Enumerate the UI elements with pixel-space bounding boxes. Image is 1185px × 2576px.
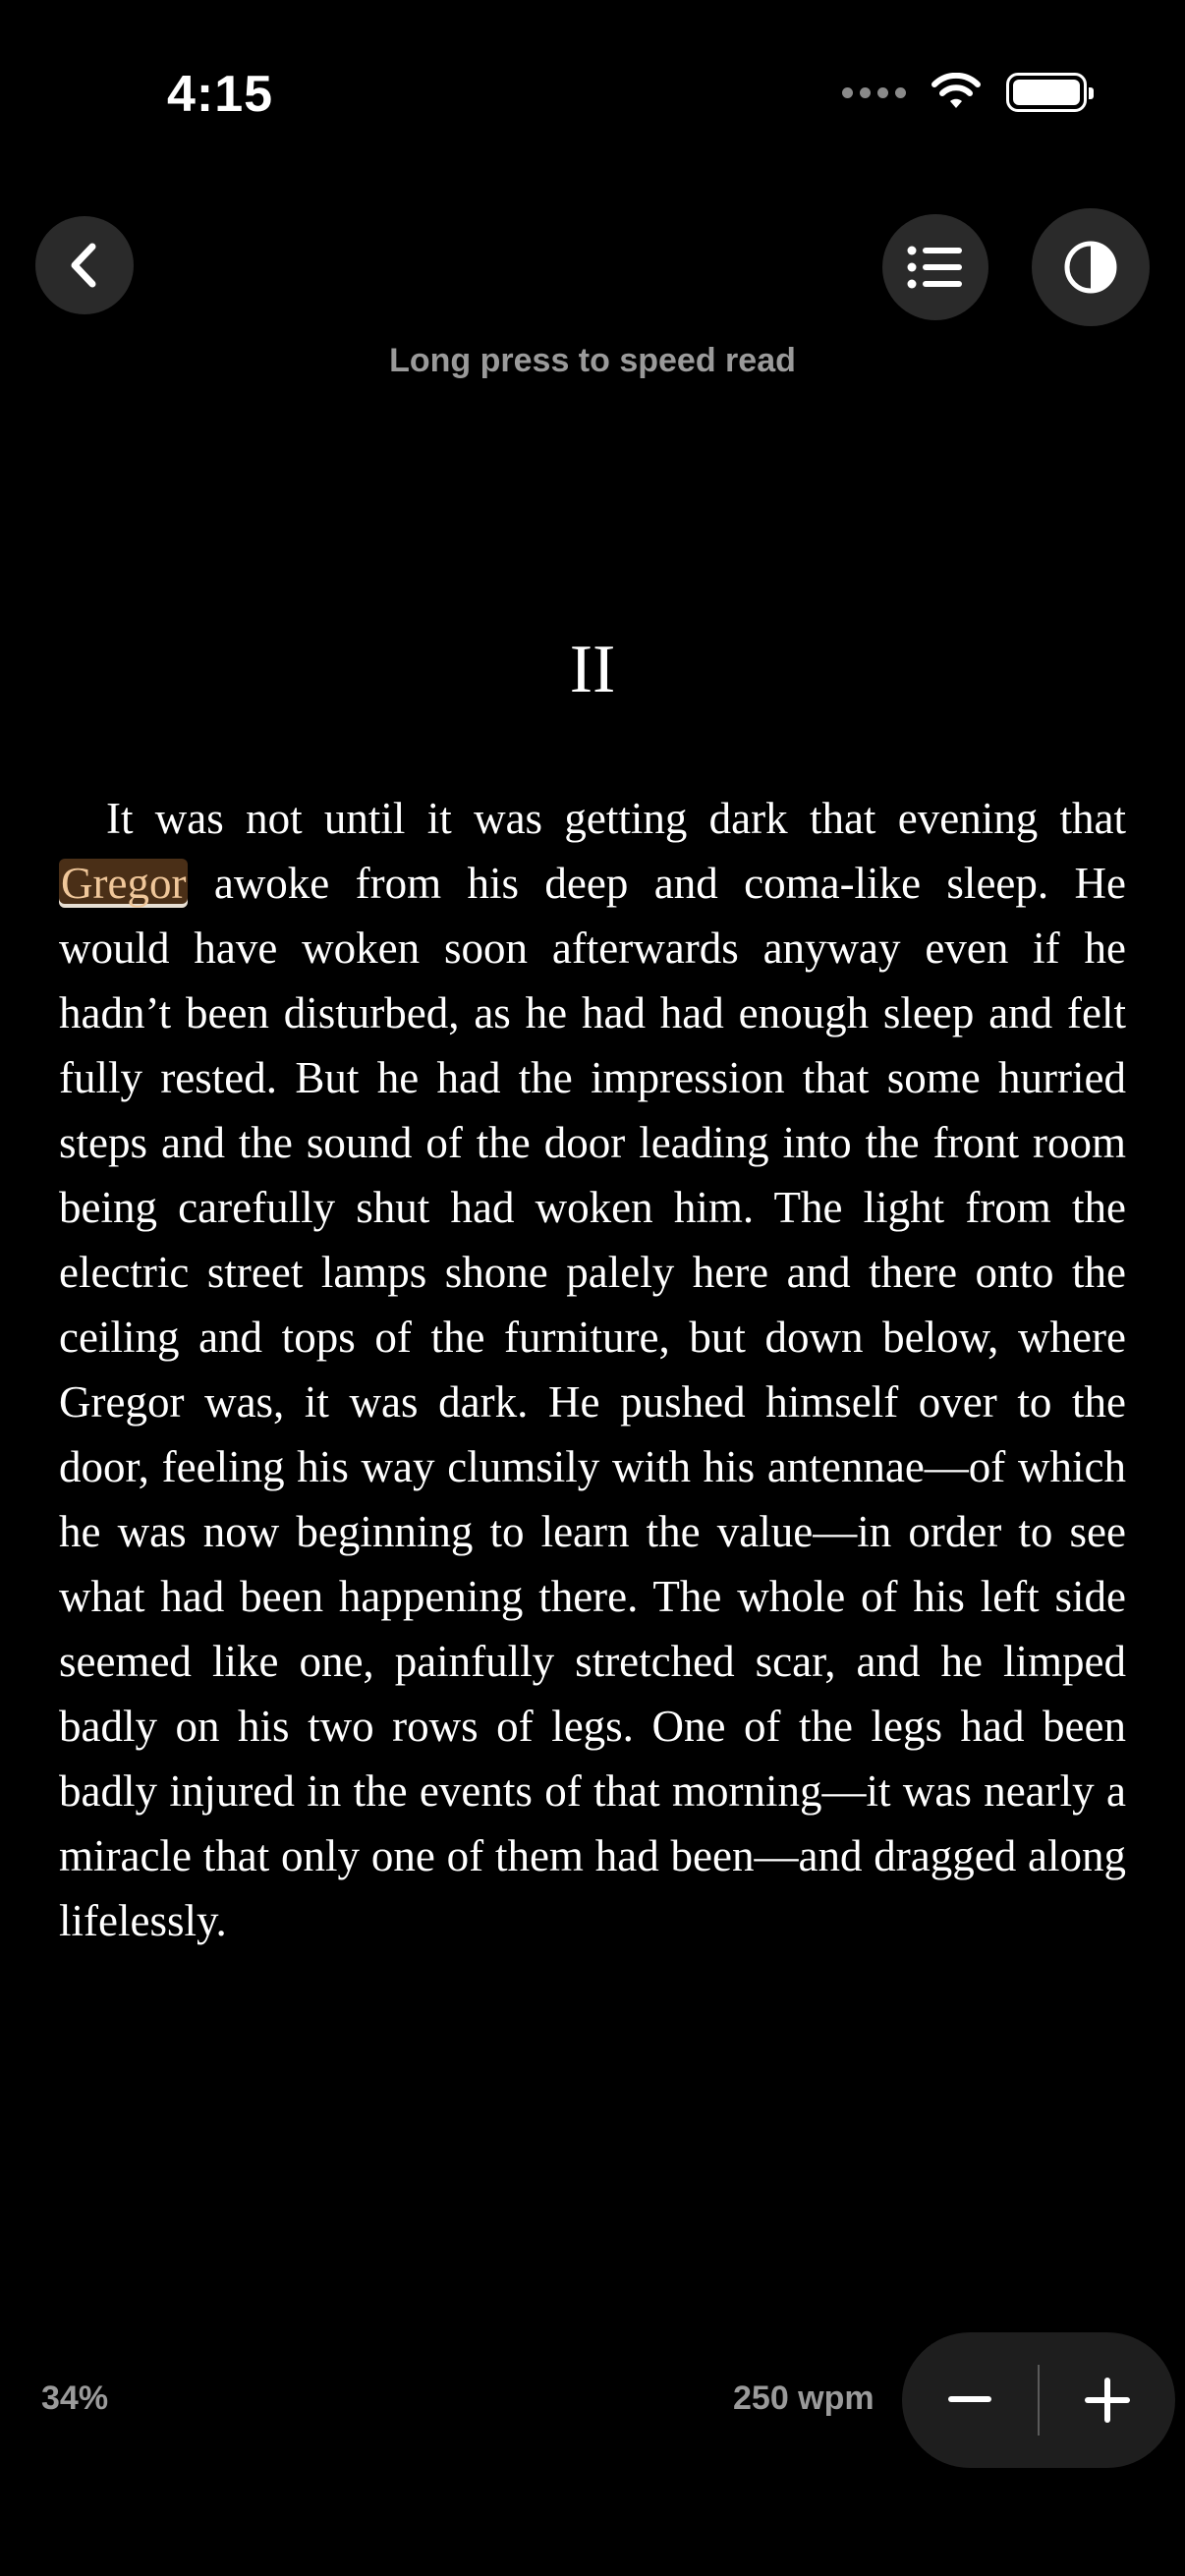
reader-screen: 4:15 Long press to speed read II It was … xyxy=(0,0,1185,2576)
chapter-title: II xyxy=(569,632,616,707)
battery-icon xyxy=(1006,73,1094,112)
theme-toggle-button[interactable] xyxy=(1032,208,1150,326)
back-button[interactable] xyxy=(35,216,134,314)
chevron-left-icon xyxy=(71,243,96,288)
speed-stepper xyxy=(902,2332,1175,2468)
text-before-highlight: It was not until it was getting dark tha… xyxy=(106,794,1126,843)
highlighted-word[interactable]: Gregor xyxy=(59,859,189,908)
minus-icon xyxy=(948,2396,991,2402)
increase-speed-button[interactable] xyxy=(1040,2332,1175,2468)
status-indicators xyxy=(842,73,1094,112)
cellular-signal-icon xyxy=(842,86,906,98)
wifi-icon xyxy=(931,73,981,108)
list-icon xyxy=(907,246,962,289)
decrease-speed-button[interactable] xyxy=(902,2332,1038,2468)
text-after-highlight: awoke from his deep and coma-like sleep.… xyxy=(59,859,1126,1945)
contrast-icon xyxy=(1064,241,1117,294)
status-time: 4:15 xyxy=(167,66,274,123)
reading-speed: 250 wpm xyxy=(733,2380,875,2417)
reading-progress: 34% xyxy=(41,2380,109,2417)
plus-icon xyxy=(1085,2378,1130,2423)
table-of-contents-button[interactable] xyxy=(882,214,988,320)
speed-read-hint: Long press to speed read xyxy=(389,342,796,379)
chapter-text[interactable]: It was not until it was getting dark tha… xyxy=(59,786,1126,1953)
